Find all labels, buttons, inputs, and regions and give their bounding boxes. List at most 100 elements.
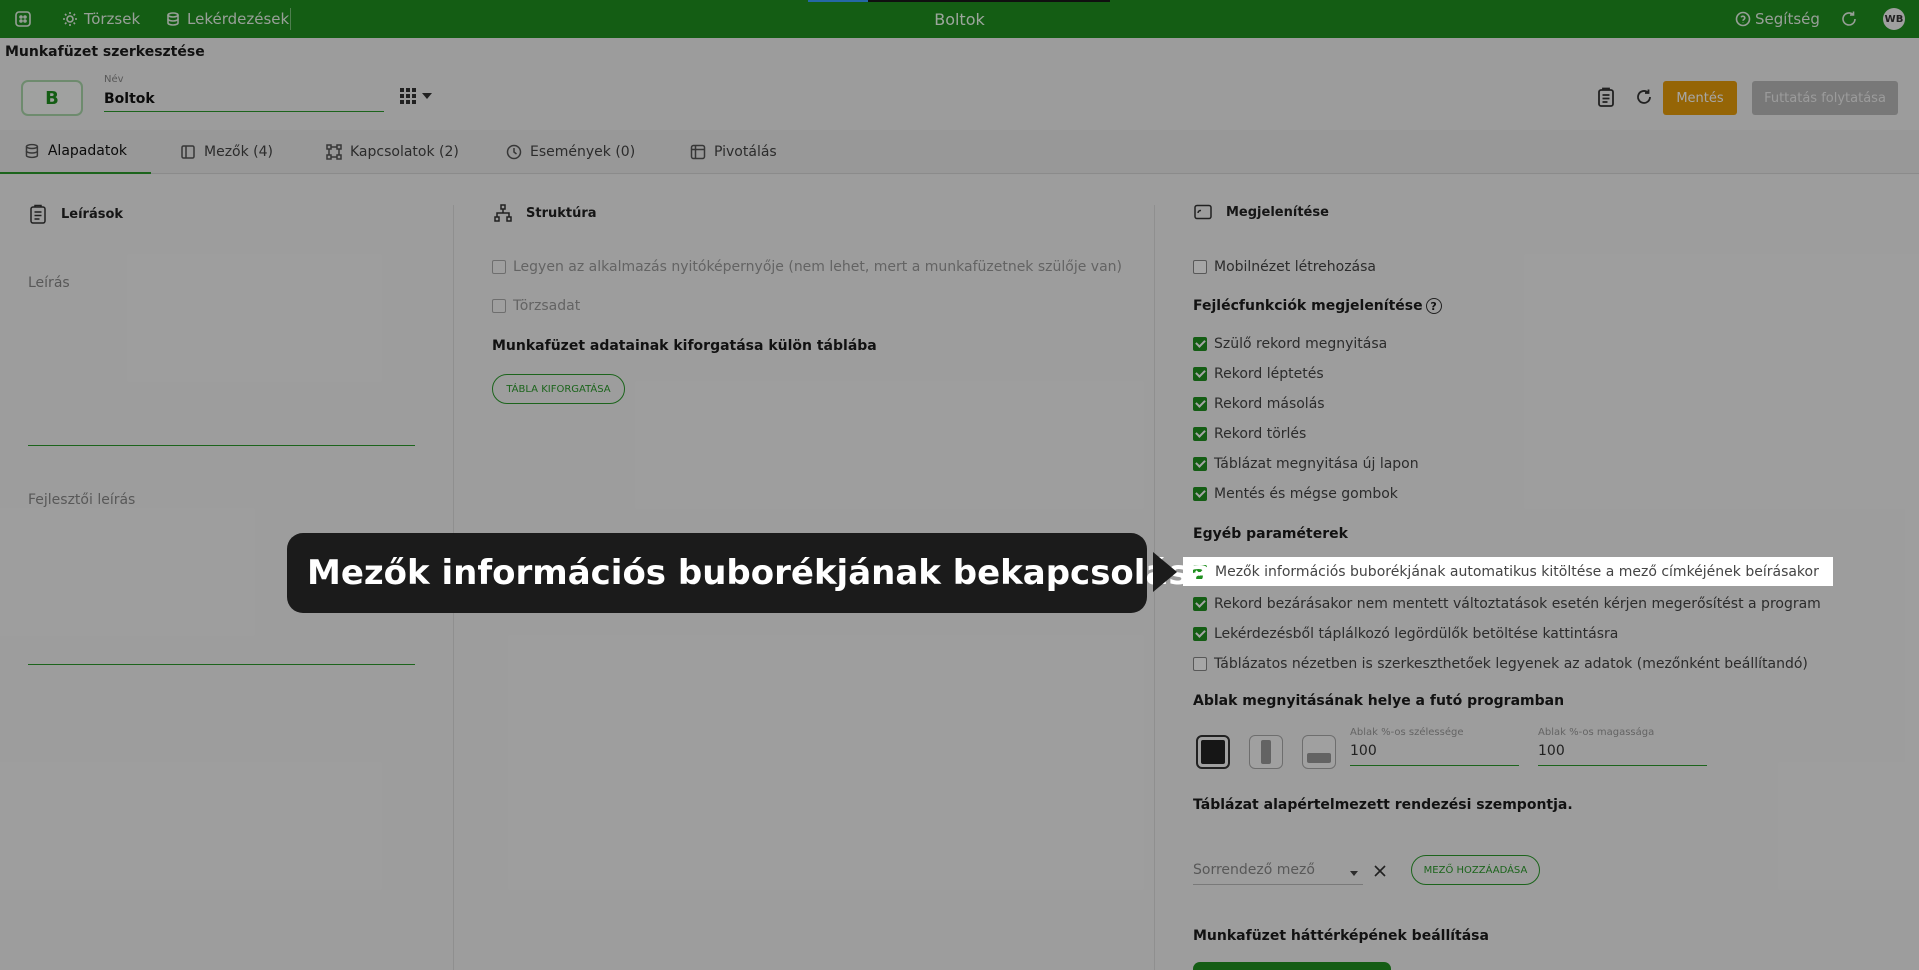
checkbox[interactable]: [1193, 337, 1207, 351]
loading-bar: [808, 0, 1110, 2]
save-button[interactable]: Mentés: [1663, 81, 1737, 115]
checkbox-label: Törzsadat: [513, 298, 581, 314]
tutorial-tooltip: Mezők információs buborékjának bekapcsol…: [287, 533, 1212, 613]
checkbox-info-bubble-autofill[interactable]: Mezők információs buborékjának automatik…: [1183, 557, 1833, 586]
tab-label: Alapadatok: [47, 143, 127, 159]
help-icon: [1735, 11, 1751, 27]
avatar[interactable]: WB: [1883, 8, 1905, 30]
checkbox-unsaved-confirm[interactable]: Rekord bezárásakor nem mentett változtat…: [1193, 596, 1821, 612]
name-field[interactable]: [104, 86, 384, 112]
width-input[interactable]: 100: [1350, 743, 1377, 759]
checkbox-record-step[interactable]: Rekord léptetés: [1193, 366, 1324, 382]
checkbox-master-data[interactable]: Törzsadat: [492, 298, 580, 314]
nav-lekerdezesek[interactable]: Lekérdezések: [165, 0, 289, 38]
height-input[interactable]: 100: [1538, 743, 1565, 759]
sitemap-icon: [494, 204, 512, 222]
checkbox-lazy-dropdowns[interactable]: Lekérdezésből táplálkozó legördülők betö…: [1193, 626, 1618, 642]
tab-label: Események (0): [530, 144, 636, 160]
help-link[interactable]: Segítség: [1735, 0, 1820, 38]
section-megjelenites: Megjelenítése: [1194, 204, 1329, 220]
checkbox-label: Rekord bezárásakor nem mentett változtat…: [1214, 596, 1821, 612]
checkbox-record-delete[interactable]: Rekord törlés: [1193, 426, 1306, 442]
close-icon[interactable]: [1374, 865, 1386, 877]
description-field[interactable]: Leírás: [28, 275, 70, 291]
width-underline: [1350, 765, 1519, 766]
refresh-icon[interactable]: [1840, 0, 1858, 38]
checkbox-label: Legyen az alkalmazás nyitóképernyője (ne…: [513, 259, 1122, 275]
checkbox-editable-table[interactable]: Táblázatos nézetben is szerkeszthetőek l…: [1193, 656, 1808, 672]
caret-down-icon[interactable]: [1350, 871, 1358, 876]
window-fullscreen-option[interactable]: [1196, 735, 1230, 769]
section-struktura: Struktúra: [494, 204, 597, 222]
window-side-option[interactable]: [1249, 735, 1283, 769]
events-icon: [506, 144, 522, 160]
tab-label: Pivotálás: [714, 144, 777, 160]
database-icon: [25, 143, 39, 159]
other-params-heading: Egyéb paraméterek: [1193, 526, 1348, 542]
checkbox[interactable]: [1193, 597, 1207, 611]
section-title: Leírások: [61, 206, 124, 222]
height-label: Ablak %-os magassága: [1538, 727, 1655, 738]
tab-label: Kapcsolatok (2): [350, 144, 459, 160]
tab-alapadatok[interactable]: Alapadatok: [0, 130, 151, 174]
width-label: Ablak %-os szélessége: [1350, 727, 1464, 738]
pivot-icon: [690, 144, 706, 160]
checkbox-home-screen[interactable]: Legyen az alkalmazás nyitóképernyője (ne…: [492, 259, 1122, 275]
layout-dropdown[interactable]: [400, 88, 432, 104]
window-position-heading: Ablak megnyitásának helye a futó program…: [1193, 693, 1565, 709]
checkbox-parent-record[interactable]: Szülő rekord megnyitása: [1193, 336, 1387, 352]
dev-description-field[interactable]: Fejlesztői leírás: [28, 492, 135, 508]
tab-kapcsolatok[interactable]: Kapcsolatok (2): [302, 130, 483, 174]
reload-icon[interactable]: [1632, 85, 1656, 109]
dev-description-underline: [28, 664, 415, 665]
fields-icon: [181, 145, 195, 159]
checkbox-label: Táblázat megnyitása új lapon: [1214, 456, 1419, 472]
add-field-button[interactable]: MEZŐ HOZZÁADÁSA: [1411, 855, 1540, 885]
checkbox-label: Szülő rekord megnyitása: [1214, 336, 1388, 352]
checkbox[interactable]: [1193, 627, 1207, 641]
checkbox[interactable]: [492, 299, 506, 313]
checkbox[interactable]: [1193, 457, 1207, 471]
continue-run-button[interactable]: Futtatás folytatása: [1752, 81, 1898, 115]
pivot-table-button[interactable]: TÁBLA KIFORGATÁSA: [492, 374, 625, 404]
checkbox[interactable]: [492, 260, 506, 274]
checkbox[interactable]: [1193, 367, 1207, 381]
clipboard-icon[interactable]: [1594, 85, 1618, 109]
apps-icon[interactable]: [14, 0, 32, 38]
checkbox-open-table-new-tab[interactable]: Táblázat megnyitása új lapon: [1193, 456, 1419, 472]
background-image-button[interactable]: [1193, 962, 1391, 970]
caret-down-icon: [422, 93, 432, 99]
tab-mezok[interactable]: Mezők (4): [156, 130, 297, 174]
checkbox-save-cancel-buttons[interactable]: Mentés és mégse gombok: [1193, 486, 1398, 502]
checkbox-label: Mezők információs buborékjának automatik…: [1215, 563, 1819, 580]
sort-field-select[interactable]: Sorrendező mező: [1193, 862, 1315, 878]
window-bottom-option[interactable]: [1302, 735, 1336, 769]
nav-lekerdezesek-label: Lekérdezések: [187, 10, 290, 28]
checkbox[interactable]: [1193, 260, 1207, 274]
checkbox-label: Mentés és mégse gombok: [1214, 486, 1398, 502]
top-bar: Törzsek Lekérdezések Boltok Segítség WB: [0, 0, 1919, 38]
header-functions-heading: Fejlécfunkciók megjelenítése?: [1193, 298, 1442, 314]
database-icon: [167, 12, 179, 26]
help-label: Segítség: [1755, 10, 1820, 28]
checkbox-mobile-view[interactable]: Mobilnézet létrehozása: [1193, 259, 1376, 275]
checkbox-record-copy[interactable]: Rekord másolás: [1193, 396, 1325, 412]
nav-torzsek[interactable]: Törzsek: [62, 0, 140, 38]
help-icon[interactable]: ?: [1425, 298, 1442, 314]
workbook-logo[interactable]: B: [21, 80, 83, 116]
sort-heading: Táblázat alapértelmezett rendezési szemp…: [1193, 797, 1573, 813]
sun-icon: [63, 12, 77, 26]
checkbox[interactable]: [1193, 487, 1207, 501]
topbar-divider: [290, 8, 291, 30]
background-image-heading: Munkafüzet háttérképének beállítása: [1193, 928, 1489, 944]
checkbox[interactable]: [1193, 397, 1207, 411]
height-underline: [1538, 765, 1707, 766]
checkbox-label: Rekord másolás: [1214, 396, 1325, 412]
display-icon: [1194, 204, 1212, 220]
checkbox[interactable]: [1193, 427, 1207, 441]
checkbox[interactable]: [1193, 657, 1207, 671]
section-leirasok: Leírások: [29, 204, 123, 224]
checkbox-label: Lekérdezésből táplálkozó legördülők betö…: [1214, 626, 1619, 642]
tab-esemenyek[interactable]: Események (0): [482, 130, 659, 174]
tab-pivotalas[interactable]: Pivotálás: [666, 130, 801, 174]
